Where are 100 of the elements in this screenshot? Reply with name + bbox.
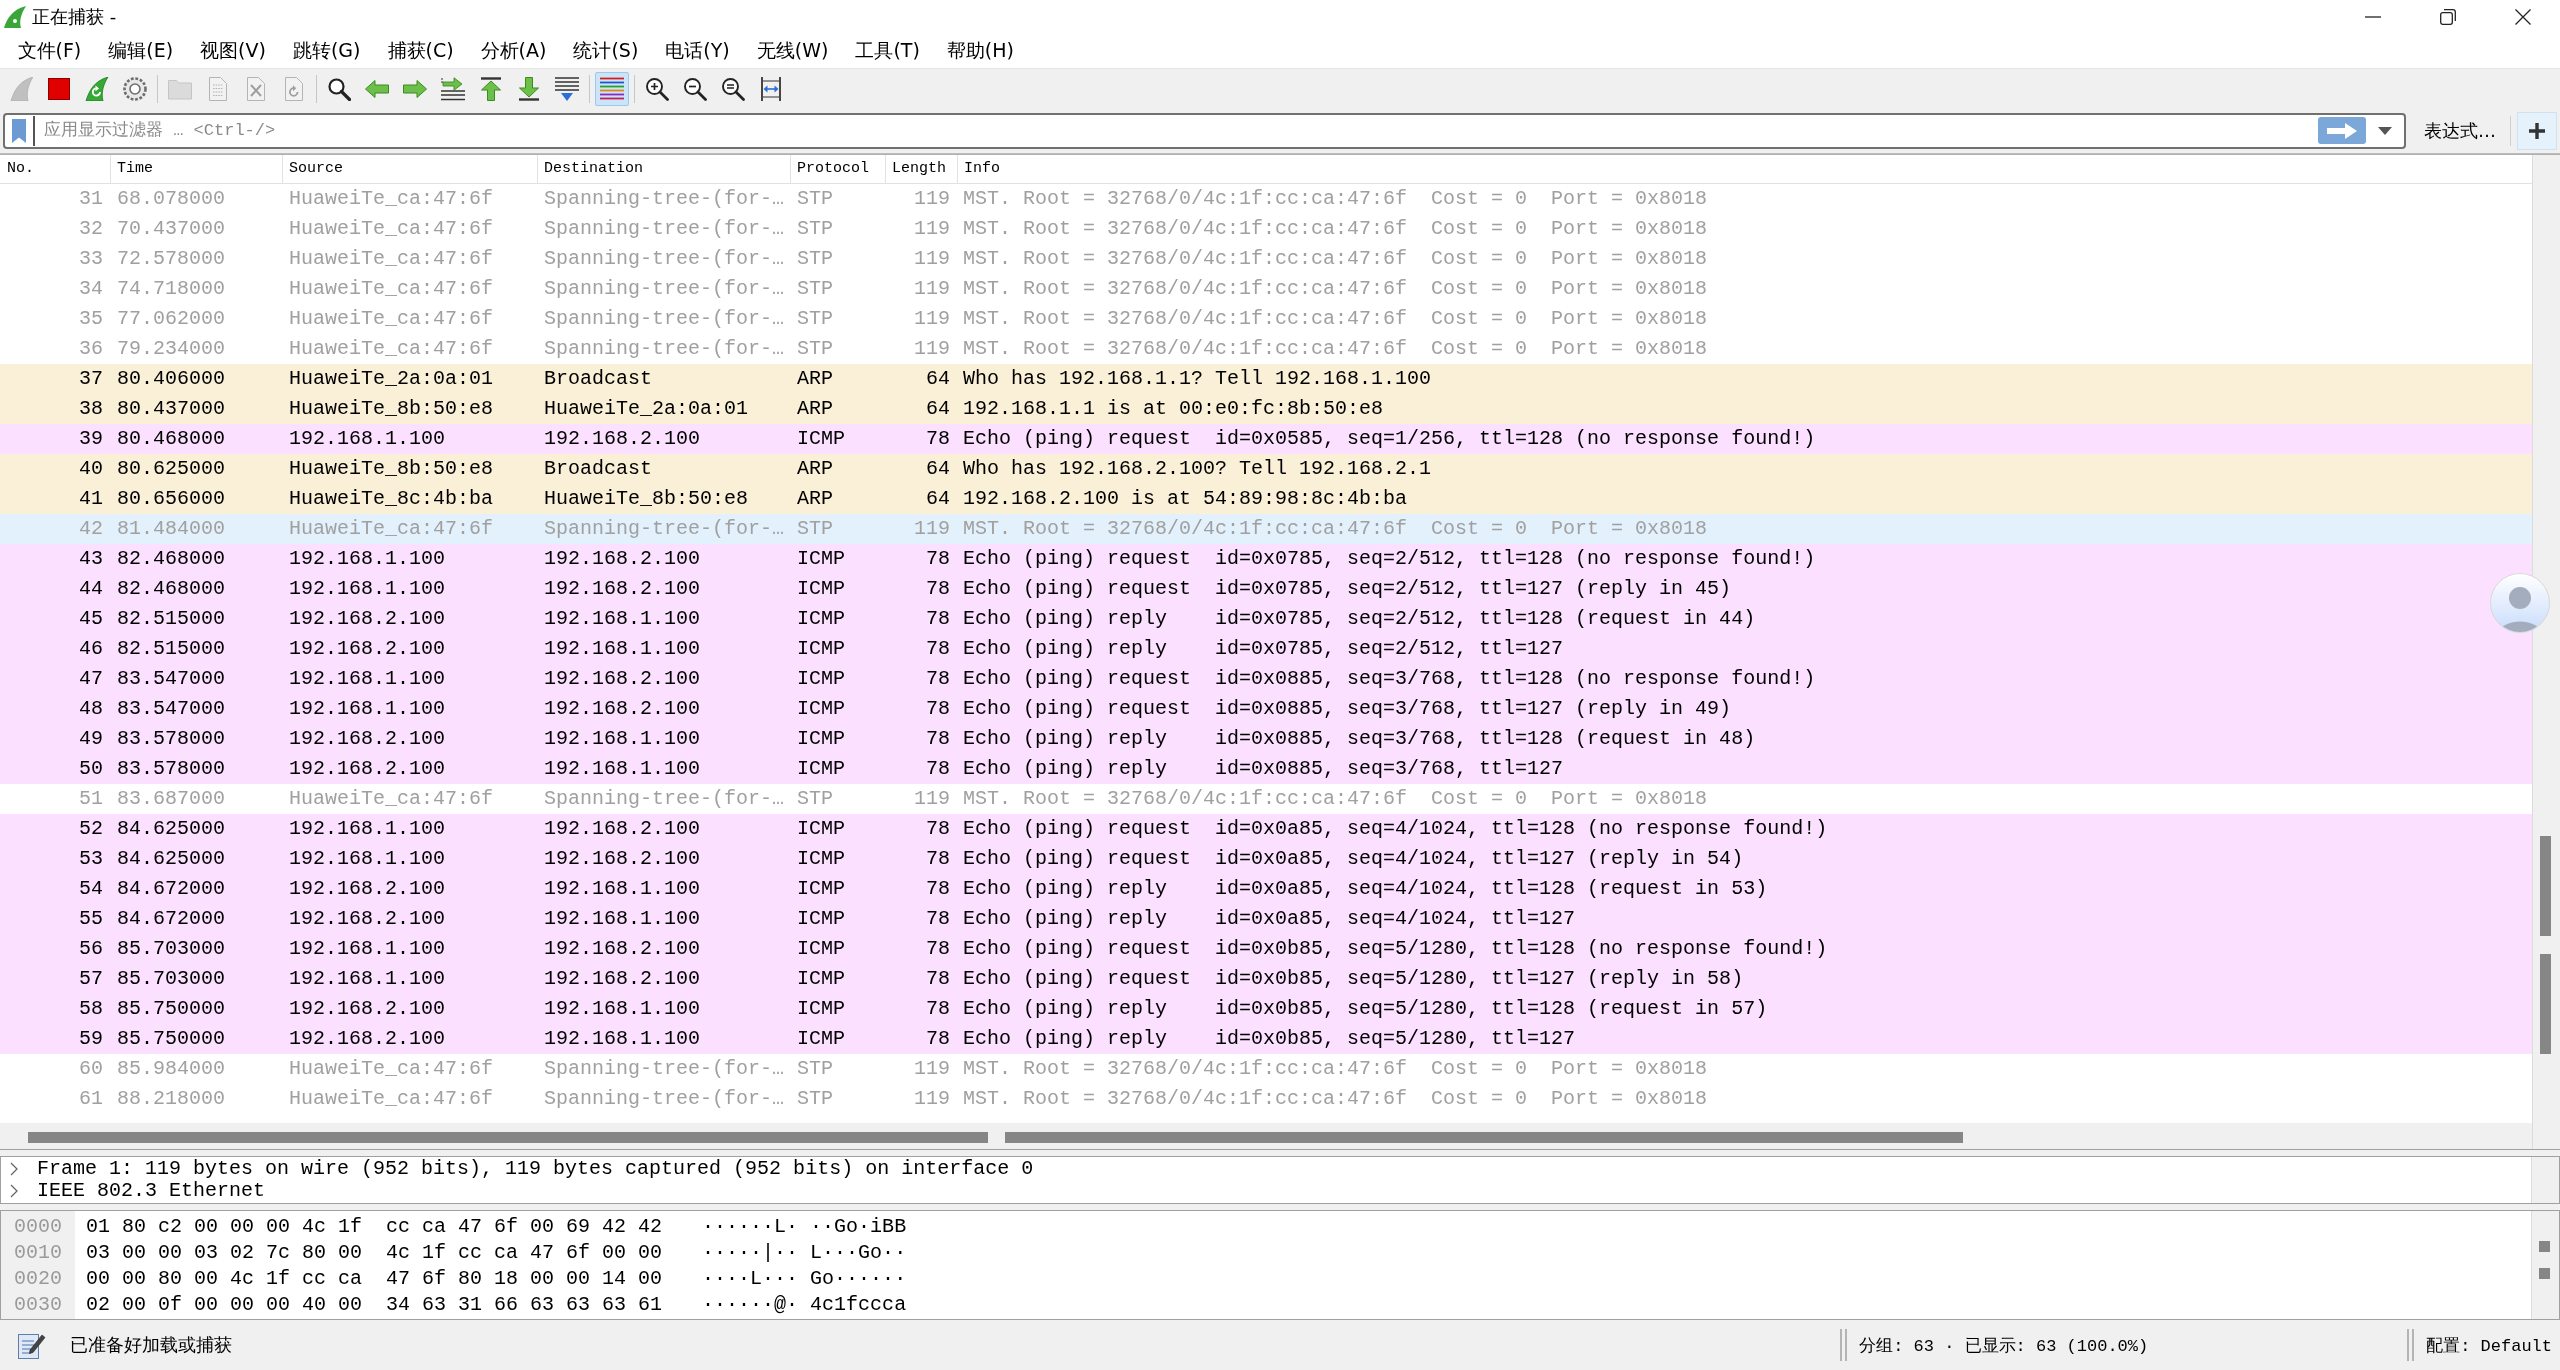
table-cell-text: MST. Root = 32768/0/4c:1f:cc:ca:47:6f Cost = 0 Port = 0x8018 (962, 186, 1709, 212)
scroll-thumb[interactable] (28, 1132, 988, 1143)
tree-item[interactable]: IEEE 802.3 Ethernet (37, 1180, 266, 1202)
table-cell-text: 40 (78, 456, 104, 482)
packet-row[interactable]: 37 80.406000 HuaweiTe_2a:0a:01 Broadcast ARP 64 Who has 192.168.1.1? Tell 192.168.1.100 (0, 364, 2532, 394)
column-header[interactable]: Length (885, 155, 957, 183)
menu-item[interactable]: 捕获(C) (374, 36, 468, 66)
chevron-icon[interactable] (10, 1184, 18, 1198)
table-cell-text: 80.406000 (116, 366, 227, 392)
menu-item[interactable]: 工具(T) (841, 36, 934, 66)
notepad-pencil-icon[interactable] (18, 1331, 46, 1359)
zoom-in-icon (645, 76, 669, 101)
table-cell-text: MST. Root = 32768/0/4c:1f:cc:ca:47:6f Cost = 0 Port = 0x8018 (962, 516, 1709, 542)
packet-row[interactable]: 54 84.672000 192.168.2.100 192.168.1.100 ICMP 78 Echo (ping) reply id=0x0a85, seq=4/1024, ttl=128 (request in 53) (0, 874, 2532, 904)
scroll-thumb[interactable] (2540, 836, 2551, 936)
column-header[interactable]: Source (282, 155, 537, 183)
filter-bar[interactable]: 应用显示过滤器 … <Ctrl-/> (3, 112, 2406, 149)
table-cell-text: STP (796, 516, 834, 542)
column-header[interactable]: Protocol (790, 155, 885, 183)
table-cell-text: 192.168.1.100 (543, 726, 702, 752)
column-header[interactable]: No. (0, 155, 110, 183)
table-cell-text: 192.168.2.100 (543, 546, 702, 572)
scrollbar[interactable] (0, 1123, 2532, 1149)
table-cell-text: ICMP (796, 936, 846, 962)
menu-item[interactable]: 电话(Y) (651, 36, 744, 66)
table-cell-text: 80.468000 (116, 426, 227, 452)
table-cell-text: ICMP (796, 756, 846, 782)
menu-item[interactable]: 跳转(G) (279, 36, 374, 66)
table-cell-text: 46 (78, 636, 104, 662)
add-button[interactable] (2517, 111, 2557, 150)
packet-row[interactable]: 46 82.515000 192.168.2.100 192.168.1.100 ICMP 78 Echo (ping) reply id=0x0785, seq=2/512, ttl=127 (0, 634, 2532, 664)
packet-row[interactable]: 45 82.515000 192.168.2.100 192.168.1.100 ICMP 78 Echo (ping) reply id=0x0785, seq=2/512, ttl=128 (request in 44) (0, 604, 2532, 634)
table-cell-text: 37 (78, 366, 104, 392)
menu-item[interactable]: 无线(W) (743, 36, 842, 66)
table-cell-text: 77.062000 (116, 306, 227, 332)
table-cell-text: 48 (78, 696, 104, 722)
table-cell-text: 192.168.1.100 (543, 876, 702, 902)
packet-row[interactable]: 38 80.437000 HuaweiTe_8b:50:e8 HuaweiTe_2a:0a:01 ARP 64 192.168.1.1 is at 00:e0:fc:8b:50:e8 (0, 394, 2532, 424)
filter-field[interactable]: 应用显示过滤器 … <Ctrl-/> (44, 115, 2318, 146)
packet-row[interactable]: 40 80.625000 HuaweiTe_8b:50:e8 Broadcast ARP 64 Who has 192.168.2.100? Tell 192.168.2.1 (0, 454, 2532, 484)
lines-arrow-icon (441, 76, 465, 101)
table-cell-text: HuaweiTe_ca:47:6f (288, 186, 495, 212)
packet-row[interactable]: 56 85.703000 192.168.1.100 192.168.2.100 ICMP 78 Echo (ping) request id=0x0b85, seq=5/1280, ttl=128 (no response found!) (0, 934, 2532, 964)
expression-button[interactable]: 表达式… (2414, 112, 2506, 149)
packet-row[interactable]: 58 85.750000 192.168.2.100 192.168.1.100 ICMP 78 Echo (ping) reply id=0x0b85, seq=5/1280, ttl=128 (request in 57) (0, 994, 2532, 1024)
packet-row[interactable]: 48 83.547000 192.168.1.100 192.168.2.100 ICMP 78 Echo (ping) request id=0x0885, seq=3/768, ttl=127 (reply in 49) (0, 694, 2532, 724)
scroll-thumb[interactable] (1005, 1132, 1963, 1143)
menu-item[interactable]: 编辑(E) (94, 36, 187, 66)
packet-row[interactable]: 44 82.468000 192.168.1.100 192.168.2.100 ICMP 78 Echo (ping) request id=0x0785, seq=2/512, ttl=127 (reply in 45) (0, 574, 2532, 604)
status-message: 已准备好加载或捕获 (70, 1333, 232, 1357)
scrollbar[interactable] (2532, 155, 2560, 1149)
scrollbar[interactable] (2531, 1211, 2559, 1319)
chevron-icon[interactable] (10, 1162, 18, 1176)
packet-row[interactable]: 52 84.625000 192.168.1.100 192.168.2.100 ICMP 78 Echo (ping) request id=0x0a85, seq=4/1024, ttl=128 (no response found!) (0, 814, 2532, 844)
packet-row[interactable]: 43 82.468000 192.168.1.100 192.168.2.100 ICMP 78 Echo (ping) request id=0x0785, seq=2/512, ttl=128 (no response found!) (0, 544, 2532, 574)
table-cell-text: 68.078000 (116, 186, 227, 212)
packet-row[interactable]: 41 80.656000 HuaweiTe_8c:4b:ba HuaweiTe_8b:50:e8 ARP 64 192.168.2.100 is at 54:89:98:8c:4b:ba (0, 484, 2532, 514)
bookmark-icon[interactable] (12, 118, 26, 143)
table-cell-text: ICMP (796, 876, 846, 902)
menu-item[interactable]: 统计(S) (559, 36, 652, 66)
scroll-thumb[interactable] (2539, 1241, 2550, 1252)
tree-item[interactable]: Frame 1: 119 bytes on wire (952 bits), 119 bytes captured (952 bits) on interface 0 (37, 1158, 1034, 1180)
scrollbar[interactable] (2531, 1157, 2559, 1203)
table-cell-text: HuaweiTe_ca:47:6f (288, 276, 495, 302)
table-cell-text: MST. Root = 32768/0/4c:1f:cc:ca:47:6f Cost = 0 Port = 0x8018 (962, 246, 1709, 272)
scroll-thumb[interactable] (2539, 1268, 2550, 1279)
caret-icon[interactable] (2378, 126, 2392, 135)
column-header[interactable]: Time (110, 155, 282, 183)
packet-row[interactable]: 53 84.625000 192.168.1.100 192.168.2.100 ICMP 78 Echo (ping) request id=0x0a85, seq=4/1024, ttl=127 (reply in 54) (0, 844, 2532, 874)
menu-item[interactable]: 帮助(H) (933, 36, 1028, 66)
table-cell-text: MST. Root = 32768/0/4c:1f:cc:ca:47:6f Cost = 0 Port = 0x8018 (962, 786, 1709, 812)
separator (1840, 1329, 1848, 1361)
table-cell-text: HuaweiTe_8b:50:e8 (288, 456, 495, 482)
table-cell-text: 78 (925, 1026, 951, 1052)
menu-item[interactable]: 文件(F) (4, 36, 95, 66)
packet-row[interactable]: 59 85.750000 192.168.2.100 192.168.1.100 ICMP 78 Echo (ping) reply id=0x0b85, seq=5/1280, ttl=127 (0, 1024, 2532, 1054)
avatar-icon[interactable] (2490, 573, 2550, 633)
packet-row[interactable]: 57 85.703000 192.168.1.100 192.168.2.100 ICMP 78 Echo (ping) request id=0x0b85, seq=5/1280, ttl=127 (reply in 58) (0, 964, 2532, 994)
plus-icon (2529, 122, 2545, 139)
table-cell-text: STP (796, 186, 834, 212)
table-cell-text: 78 (925, 936, 951, 962)
packet-row[interactable]: 47 83.547000 192.168.1.100 192.168.2.100 ICMP 78 Echo (ping) request id=0x0885, seq=3/768, ttl=128 (no response found!) (0, 664, 2532, 694)
ascii-text: ····L··· Go······ (702, 1266, 908, 1292)
scroll-thumb[interactable] (2540, 954, 2551, 1054)
table-cell-text: Echo (ping) request id=0x0a85, seq=4/1024, ttl=128 (no response found!) (962, 816, 1829, 842)
menu-item[interactable]: 分析(A) (467, 36, 560, 66)
profile-label[interactable]: 配置: Default (2426, 1333, 2552, 1357)
packet-row[interactable]: 39 80.468000 192.168.1.100 192.168.2.100 ICMP 78 Echo (ping) request id=0x0585, seq=1/256, ttl=128 (no response found!) (0, 424, 2532, 454)
apply-button[interactable] (2318, 117, 2366, 144)
packet-row[interactable]: 55 84.672000 192.168.2.100 192.168.1.100 ICMP 78 Echo (ping) reply id=0x0a85, seq=4/1024, ttl=127 (0, 904, 2532, 934)
byte-offset: 0000 (13, 1214, 63, 1240)
table-cell-text: 78 (925, 696, 951, 722)
packet-row[interactable]: 50 83.578000 192.168.2.100 192.168.1.100 ICMP 78 Echo (ping) reply id=0x0885, seq=3/768, ttl=127 (0, 754, 2532, 784)
table-cell-text: 82.468000 (116, 546, 227, 572)
lines-down-icon (555, 76, 579, 101)
menu-item[interactable]: 视图(V) (186, 36, 280, 66)
packet-row[interactable]: 49 83.578000 192.168.2.100 192.168.1.100 ICMP 78 Echo (ping) reply id=0x0885, seq=3/768, ttl=128 (request in 48) (0, 724, 2532, 754)
table-cell-text: ICMP (796, 966, 846, 992)
column-header[interactable]: Destination (537, 155, 790, 183)
table-cell-text: 192.168.2.100 (543, 936, 702, 962)
